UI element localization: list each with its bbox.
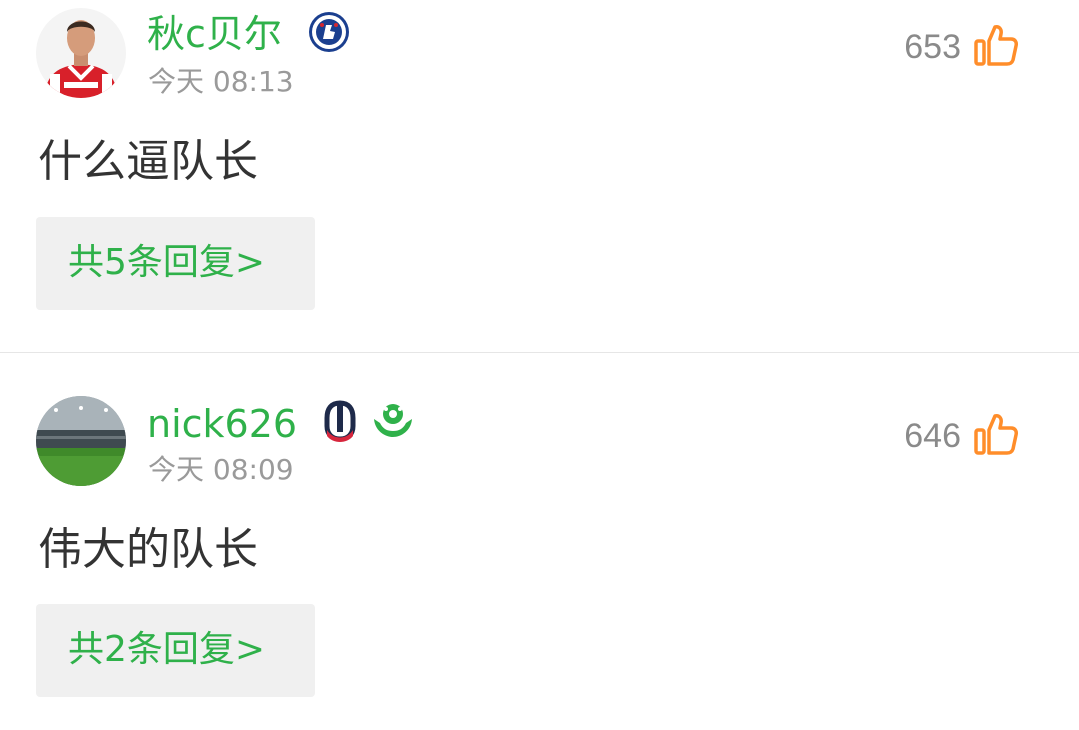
stadium-avatar-image [36,396,126,486]
chelsea-crest-icon [308,11,350,57]
like-count: 653 [904,27,961,66]
comment-text: 伟大的队长 [38,524,258,575]
like-count: 646 [904,416,961,455]
avatar[interactable] [36,396,126,486]
thumbs-up-icon [973,22,1019,72]
view-replies-button[interactable]: 共5条回复> [36,217,315,310]
player-avatar-image [36,8,126,98]
league-logo-icon [323,400,357,448]
username[interactable]: nick626 [147,402,297,446]
view-replies-button[interactable]: 共2条回复> [36,604,315,697]
comment-item: 秋c贝尔 今天 08:13 653 什么逼队长 共5条回复> [0,0,1079,352]
like-button[interactable]: 646 [904,411,1019,461]
replies-label: 共5条回复> [68,242,266,283]
username[interactable]: 秋c贝尔 [147,12,282,56]
avatar[interactable] [36,8,126,98]
comment-item: nick626 今天 08:09 646 伟大的队长 共2条回复> [0,353,1079,730]
like-button[interactable]: 653 [904,22,1019,72]
comment-text: 什么逼队长 [38,136,258,187]
replies-label: 共2条回复> [68,629,266,670]
thumbs-up-icon [973,411,1019,461]
comment-time: 今天 08:13 [148,65,294,98]
football-hands-icon [371,401,415,445]
comment-time: 今天 08:09 [148,453,294,486]
comment-list: 秋c贝尔 今天 08:13 653 什么逼队长 共5条回复> nick626 今… [0,0,1079,730]
